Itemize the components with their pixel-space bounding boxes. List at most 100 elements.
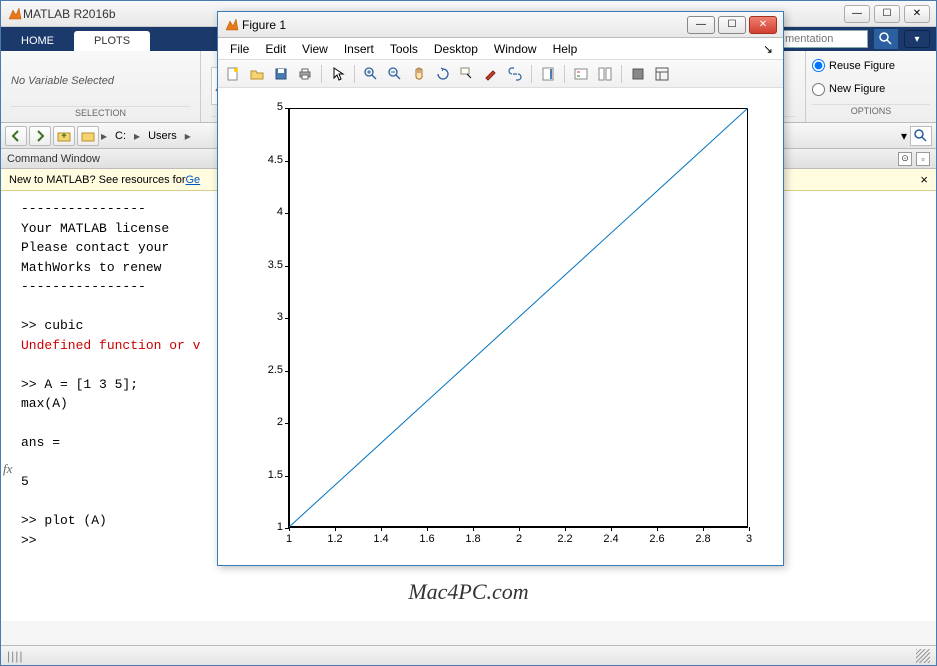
xtick-label: 1.8 [465, 533, 480, 545]
tab-plots[interactable]: PLOTS [74, 31, 150, 51]
legend-icon [573, 66, 589, 82]
search-icon [913, 128, 929, 144]
edit-plot-button[interactable] [327, 63, 349, 85]
folder-up-icon [56, 128, 72, 144]
open-button[interactable] [246, 63, 268, 85]
fx-gutter-icon[interactable]: fx [3, 459, 12, 479]
arrow-left-icon [8, 128, 24, 144]
brush-icon [483, 66, 499, 82]
maximize-button[interactable]: ☐ [874, 5, 900, 23]
figure-toolbar [218, 60, 783, 88]
xtick-label: 2.6 [649, 533, 664, 545]
xtick-label: 1 [286, 533, 292, 545]
ribbon-dropdown-button[interactable]: ▾ [904, 30, 930, 48]
search-button[interactable] [874, 29, 898, 49]
rotate-button[interactable] [432, 63, 454, 85]
xtick-label: 2.2 [557, 533, 572, 545]
matlab-logo-icon [224, 17, 240, 33]
getting-started-link[interactable]: Ge [185, 174, 200, 186]
rotate-icon [435, 66, 451, 82]
xtick-label: 1.4 [373, 533, 388, 545]
no-variable-text: No Variable Selected [11, 75, 114, 87]
pan-button[interactable] [408, 63, 430, 85]
new-icon [225, 66, 241, 82]
path-separator: ▸ [101, 129, 107, 143]
ytick-label: 5 [255, 101, 283, 113]
link-button[interactable] [504, 63, 526, 85]
hand-icon [411, 66, 427, 82]
datacursor-icon [459, 66, 475, 82]
command-window-title: Command Window [7, 153, 100, 165]
path-separator: ▸ [185, 129, 191, 143]
plot-line [289, 108, 748, 527]
figure-title-bar[interactable]: Figure 1 — ☐ ✕ [218, 12, 783, 38]
figure-canvas[interactable]: 11.21.41.61.822.22.42.62.8311.522.533.54… [218, 88, 783, 565]
new-figure-button[interactable] [222, 63, 244, 85]
layout-icon [654, 66, 670, 82]
xtick-label: 1.6 [419, 533, 434, 545]
figure-maximize-button[interactable]: ☐ [718, 16, 746, 34]
square-icon [630, 66, 646, 82]
menu-window[interactable]: Window [486, 40, 545, 58]
link-icon [507, 66, 523, 82]
resize-grip[interactable] [916, 649, 930, 663]
ytick-label: 3.5 [255, 259, 283, 271]
minimize-button[interactable]: — [844, 5, 870, 23]
hide-tools-button[interactable] [627, 63, 649, 85]
zoom-in-icon [363, 66, 379, 82]
close-button[interactable]: ✕ [904, 5, 930, 23]
minimize-panel-button[interactable]: ⊙ [898, 152, 912, 166]
path-crumb-users[interactable]: Users [142, 130, 183, 142]
show-tools-button[interactable] [651, 63, 673, 85]
menu-insert[interactable]: Insert [336, 40, 382, 58]
zoom-in-button[interactable] [360, 63, 382, 85]
insert-legend-button[interactable] [594, 63, 616, 85]
brush-button[interactable] [480, 63, 502, 85]
path-search-button[interactable] [910, 126, 932, 146]
xtick-label: 3 [746, 533, 752, 545]
xtick-label: 2.4 [603, 533, 618, 545]
ytick-label: 1 [255, 521, 283, 533]
ytick-label: 1.5 [255, 469, 283, 481]
folder-open-icon [249, 66, 265, 82]
tab-home[interactable]: HOME [1, 31, 74, 51]
search-icon [878, 31, 894, 47]
back-button[interactable] [5, 126, 27, 146]
ytick-label: 3 [255, 311, 283, 323]
ytick-label: 4 [255, 206, 283, 218]
print-icon [297, 66, 313, 82]
figure-title: Figure 1 [242, 18, 286, 32]
plot-axes: 11.21.41.61.822.22.42.62.8311.522.533.54… [288, 108, 748, 528]
forward-button[interactable] [29, 126, 51, 146]
doc-search-input[interactable] [778, 30, 868, 48]
save-button[interactable] [270, 63, 292, 85]
datacursor-button[interactable] [456, 63, 478, 85]
path-dropdown[interactable]: ▾ [901, 129, 907, 143]
path-separator: ▸ [134, 129, 140, 143]
print-button[interactable] [294, 63, 316, 85]
banner-close-button[interactable]: × [920, 172, 928, 187]
zoom-out-icon [387, 66, 403, 82]
zoom-out-button[interactable] [384, 63, 406, 85]
reuse-figure-radio[interactable]: Reuse Figure [812, 59, 930, 72]
panel-menu-button[interactable]: ▫ [916, 152, 930, 166]
figure-close-button[interactable]: ✕ [749, 16, 777, 34]
legend-button[interactable] [570, 63, 592, 85]
xtick-label: 1.2 [327, 533, 342, 545]
menu-view[interactable]: View [294, 40, 336, 58]
path-crumb-c[interactable]: C: [109, 130, 132, 142]
menu-edit[interactable]: Edit [257, 40, 294, 58]
figure-dock-button[interactable]: ↘ [757, 42, 779, 56]
browse-folder-button[interactable] [77, 126, 99, 146]
figure-minimize-button[interactable]: — [687, 16, 715, 34]
menu-file[interactable]: File [222, 40, 257, 58]
menu-desktop[interactable]: Desktop [426, 40, 486, 58]
ytick-label: 2 [255, 416, 283, 428]
up-folder-button[interactable] [53, 126, 75, 146]
new-figure-radio[interactable]: New Figure [812, 83, 930, 96]
folder-icon [80, 128, 96, 144]
menu-tools[interactable]: Tools [382, 40, 426, 58]
menu-help[interactable]: Help [545, 40, 586, 58]
colorbar-button[interactable] [537, 63, 559, 85]
matlab-logo-icon [7, 6, 23, 22]
